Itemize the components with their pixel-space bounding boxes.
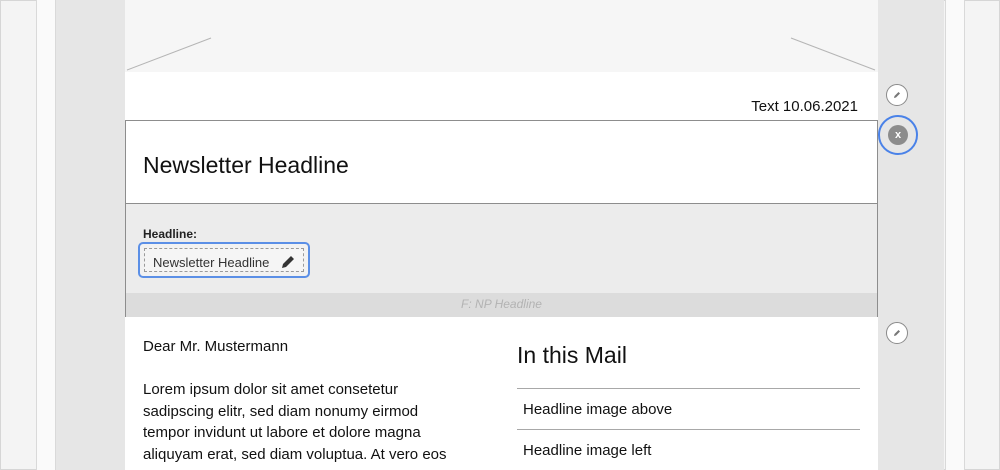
header-shape [126, 37, 876, 71]
remove-module-focus[interactable]: x [878, 115, 918, 155]
edit-icon [894, 330, 900, 336]
headline-field-inner: Newsletter Headline [144, 248, 304, 272]
toc-title: In this Mail [517, 342, 627, 368]
body-text: Lorem ipsum dolor sit amet consetetur sa… [143, 381, 447, 463]
left-rail [36, 0, 56, 470]
module-footer: F: NP Headline [126, 293, 877, 317]
edit-icon [894, 92, 900, 98]
toc-list: Headline image above Headline image left [517, 388, 860, 470]
headline-field-value: Newsletter Headline [153, 255, 270, 270]
mail-header-placeholder [125, 0, 878, 72]
toc-item[interactable]: Headline image above [517, 388, 860, 429]
edit-header-button[interactable] [886, 84, 908, 106]
toc-item[interactable]: Headline image left [517, 429, 860, 470]
module-name: F: NP Headline [461, 297, 542, 311]
headline-field[interactable]: Newsletter Headline [138, 242, 310, 278]
greeting: Dear Mr. Mustermann [143, 338, 289, 355]
module-headline: Newsletter Headline [143, 152, 349, 178]
close-icon[interactable]: x [888, 125, 908, 145]
date-text: Text 10.06.2021 [751, 98, 858, 115]
pencil-icon[interactable] [279, 253, 297, 271]
headline-field-label: Headline: [143, 227, 198, 241]
edit-content-button[interactable] [886, 322, 908, 344]
module-edit-panel: Headline: Newsletter Headline F: NP Head… [126, 203, 877, 317]
headline-module[interactable]: Newsletter Headline Headline: Newsletter… [125, 120, 878, 317]
mail-canvas: Text 10.06.2021 Newsletter Headline Head… [125, 0, 878, 470]
right-rail [945, 0, 965, 470]
